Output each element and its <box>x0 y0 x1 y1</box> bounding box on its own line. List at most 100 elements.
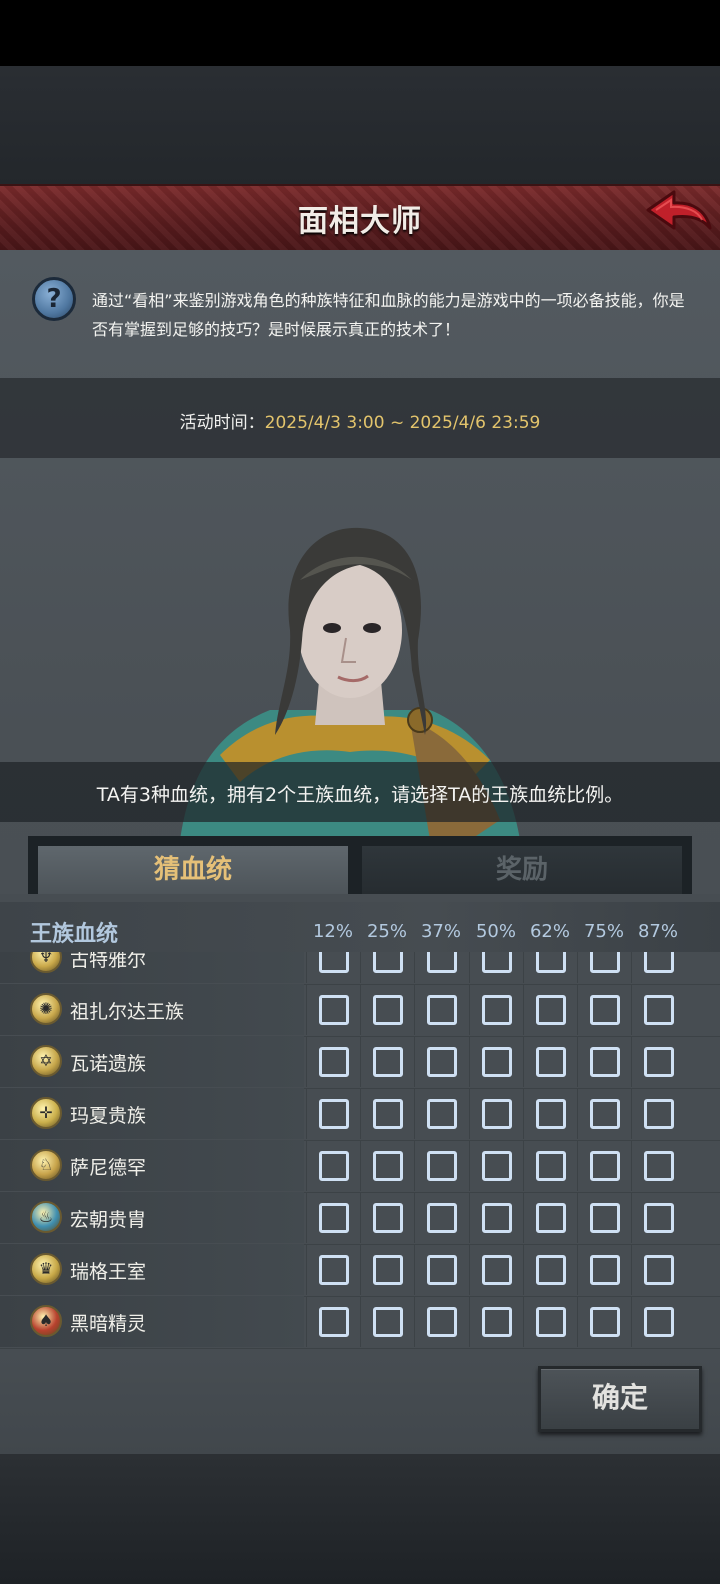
event-time-value: 2025/4/3 3:00 ~ 2025/4/6 23:59 <box>264 413 541 433</box>
percentage-checkbox[interactable] <box>644 952 674 973</box>
grid-cell <box>306 1192 361 1243</box>
hongchao-flame-icon: ♨ <box>30 1201 62 1233</box>
percentage-checkbox[interactable] <box>536 1151 566 1181</box>
percentage-checkbox[interactable] <box>482 952 512 973</box>
grid-cell <box>523 984 578 1035</box>
percentage-checkbox[interactable] <box>644 1255 674 1285</box>
percentage-checkbox[interactable] <box>319 1047 349 1077</box>
grid-cell <box>523 952 578 983</box>
race-name: 宏朝贵胄 <box>70 1209 147 1231</box>
percentage-checkbox[interactable] <box>590 1203 620 1233</box>
percentage-checkbox[interactable] <box>427 1047 457 1077</box>
percentage-checkbox[interactable] <box>590 1047 620 1077</box>
percentage-checkbox[interactable] <box>319 1255 349 1285</box>
percentage-checkbox[interactable] <box>590 952 620 973</box>
grid-cell <box>360 1140 415 1191</box>
percentage-checkbox[interactable] <box>536 995 566 1025</box>
percentage-header: 50% <box>475 921 516 942</box>
percentage-checkbox[interactable] <box>427 1307 457 1337</box>
percentage-header: 75% <box>583 921 624 942</box>
event-time-row: 活动时间：2025/4/3 3:00 ~ 2025/4/6 23:59 <box>0 408 720 433</box>
percentage-checkbox[interactable] <box>319 1307 349 1337</box>
grid-cell <box>306 1088 361 1139</box>
percentage-header: 62% <box>529 921 570 942</box>
grid-cell <box>631 1140 686 1191</box>
percentage-checkbox[interactable] <box>373 1047 403 1077</box>
back-button[interactable] <box>644 188 714 244</box>
percentage-checkbox[interactable] <box>536 1203 566 1233</box>
percentage-checkbox[interactable] <box>536 1099 566 1129</box>
percentage-checkbox[interactable] <box>319 952 349 973</box>
grid-cell <box>306 952 361 983</box>
race-name: 萨尼德罕 <box>70 1157 147 1179</box>
percentage-checkbox[interactable] <box>482 1151 512 1181</box>
vanuo-star-icon: ✡ <box>30 1045 62 1077</box>
percentage-checkbox[interactable] <box>373 1307 403 1337</box>
percentage-checkbox[interactable] <box>590 1151 620 1181</box>
bloodline-row: ♘ 萨尼德罕 <box>0 1140 720 1193</box>
grid-cell <box>414 984 469 1035</box>
percentage-checkbox[interactable] <box>644 995 674 1025</box>
tab-rewards[interactable]: 奖励 <box>362 846 682 894</box>
percentage-checkbox[interactable] <box>644 1099 674 1129</box>
percentage-checkbox[interactable] <box>536 952 566 973</box>
percentage-checkbox[interactable] <box>482 1203 512 1233</box>
percentage-checkbox[interactable] <box>482 1307 512 1337</box>
percentage-checkbox[interactable] <box>644 1203 674 1233</box>
percentage-checkbox[interactable] <box>644 1151 674 1181</box>
percentage-checkbox[interactable] <box>319 1203 349 1233</box>
percentage-checkbox[interactable] <box>373 1203 403 1233</box>
percentage-checkbox[interactable] <box>427 1151 457 1181</box>
grid-cell <box>469 952 524 983</box>
bloodline-row: ✡ 瓦诺遗族 <box>0 1036 720 1089</box>
percentage-checkbox[interactable] <box>536 1307 566 1337</box>
percentage-checkbox[interactable] <box>644 1047 674 1077</box>
grid-cell <box>577 952 632 983</box>
percentage-checkbox[interactable] <box>590 995 620 1025</box>
percentage-checkbox[interactable] <box>319 995 349 1025</box>
percentage-checkbox[interactable] <box>482 1099 512 1129</box>
percentage-checkbox[interactable] <box>482 1047 512 1077</box>
percentage-checkbox[interactable] <box>427 952 457 973</box>
bloodline-rows[interactable]: ♆ 古特雅尔 ✺ 祖扎尔达王族 ✡ 瓦诺遗族 ✛ 玛夏贵族 ♘ 萨尼德罕 ♨ 宏朝贵胄 ♛ 瑞格王室 ♠ 黑暗… <box>0 952 720 1354</box>
percentage-checkbox[interactable] <box>536 1047 566 1077</box>
grid-cell <box>577 1088 632 1139</box>
percentage-checkbox[interactable] <box>319 1151 349 1181</box>
percentage-checkbox[interactable] <box>373 1255 403 1285</box>
confirm-button[interactable]: 确定 <box>538 1366 702 1432</box>
percentage-header: 25% <box>366 921 407 942</box>
bloodline-row: ♛ 瑞格王室 <box>0 1244 720 1297</box>
grid-cell <box>631 1088 686 1139</box>
percentage-checkbox[interactable] <box>373 952 403 973</box>
tab-guess-bloodline[interactable]: 猜血统 <box>38 846 348 894</box>
grid-cell <box>577 1244 632 1295</box>
percentage-checkbox[interactable] <box>427 1203 457 1233</box>
grid-cell <box>631 1036 686 1087</box>
percentage-checkbox[interactable] <box>427 1099 457 1129</box>
percentage-checkbox[interactable] <box>590 1307 620 1337</box>
event-time-label: 活动时间： <box>179 413 265 433</box>
percentage-checkbox[interactable] <box>482 995 512 1025</box>
percentage-checkbox[interactable] <box>590 1099 620 1129</box>
percentage-checkbox[interactable] <box>427 1255 457 1285</box>
percentage-checkbox[interactable] <box>482 1255 512 1285</box>
percentage-checkbox[interactable] <box>536 1255 566 1285</box>
grid-cell <box>360 1244 415 1295</box>
percentage-checkbox[interactable] <box>644 1307 674 1337</box>
percentage-checkbox[interactable] <box>373 1099 403 1129</box>
help-icon[interactable]: ? <box>32 277 76 321</box>
grid-cell <box>523 1088 578 1139</box>
percentage-checkbox[interactable] <box>590 1255 620 1285</box>
grid-cell <box>360 984 415 1035</box>
masha-compass-icon: ✛ <box>30 1097 62 1129</box>
percentage-checkbox[interactable] <box>373 995 403 1025</box>
ruige-crown-icon: ♛ <box>30 1253 62 1285</box>
grid-cell <box>306 1296 361 1347</box>
percentage-checkbox[interactable] <box>319 1099 349 1129</box>
grid-cell <box>306 1036 361 1087</box>
grid-cell <box>631 1192 686 1243</box>
grid-cell <box>306 984 361 1035</box>
percentage-checkbox[interactable] <box>427 995 457 1025</box>
grid-cell <box>414 1296 469 1347</box>
percentage-checkbox[interactable] <box>373 1151 403 1181</box>
